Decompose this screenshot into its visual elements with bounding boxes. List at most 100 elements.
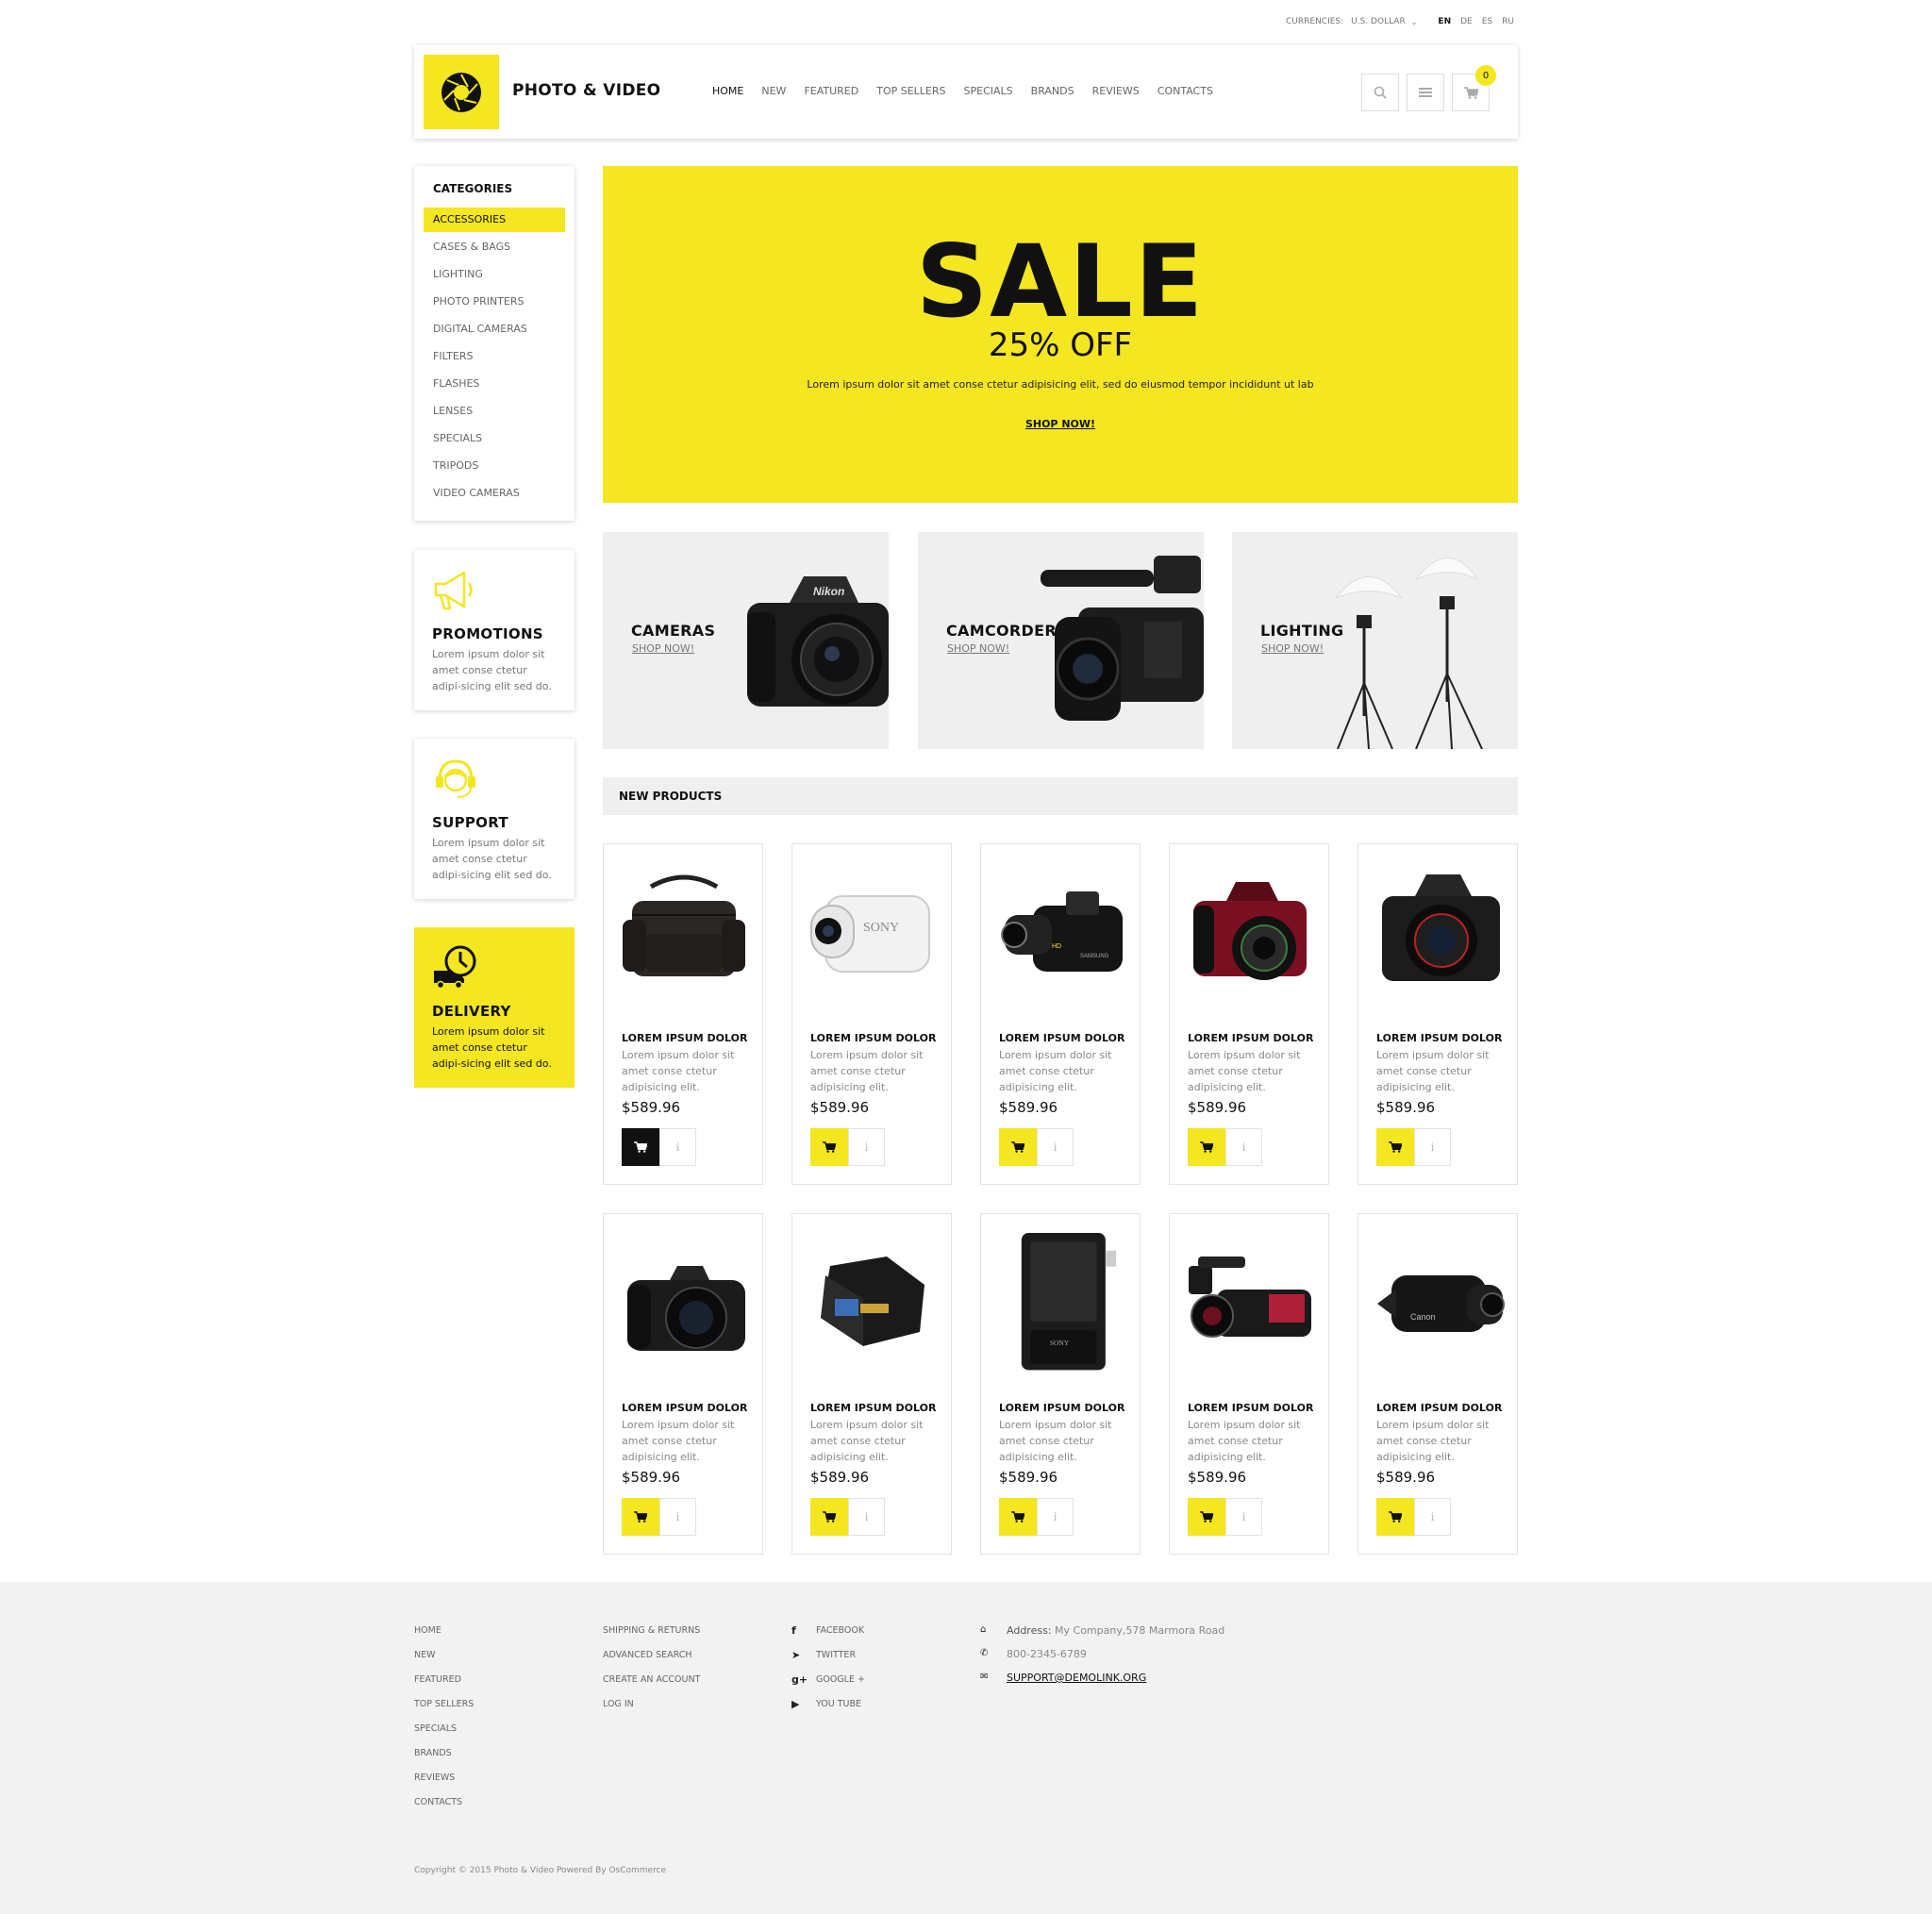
logo[interactable] xyxy=(424,55,499,129)
product-info-button[interactable]: i xyxy=(1037,1128,1074,1166)
category-cases-bags[interactable]: CASES & BAGS xyxy=(424,235,565,259)
menu-button[interactable] xyxy=(1407,74,1444,111)
nav-brands[interactable]: BRANDS xyxy=(1031,85,1074,97)
email-link[interactable]: SUPPORT@DEMOLINK.ORG xyxy=(1007,1672,1146,1684)
category-photo-printers[interactable]: PHOTO PRINTERS xyxy=(424,290,565,314)
product-card[interactable]: LOREM IPSUM DOLOR Lorem ipsum dolor sit … xyxy=(791,1213,952,1555)
add-to-cart-button[interactable] xyxy=(999,1128,1037,1166)
add-to-cart-button[interactable] xyxy=(1376,1498,1414,1536)
social-link-facebook[interactable]: f FACEBOOK xyxy=(791,1624,865,1649)
cart-button[interactable]: 0 xyxy=(1452,65,1496,111)
nav-top-sellers[interactable]: TOP SELLERS xyxy=(876,85,945,97)
sale-banner[interactable]: SALE 25% OFF Lorem ipsum dolor sit amet … xyxy=(603,166,1518,503)
support-box[interactable]: SUPPORT Lorem ipsum dolor sit amet conse… xyxy=(414,739,575,899)
product-name[interactable]: LOREM IPSUM DOLOR xyxy=(810,1402,936,1414)
footer-link-specials[interactable]: SPECIALS xyxy=(414,1723,474,1747)
product-info-button[interactable]: i xyxy=(1414,1498,1451,1536)
tile-camcorders[interactable]: CAMCORDERS SHOP NOW! xyxy=(918,532,1204,749)
tile-cameras-shop-link[interactable]: SHOP NOW! xyxy=(632,642,694,655)
category-filters[interactable]: FILTERS xyxy=(424,344,565,369)
footer-link-reviews[interactable]: REVIEWS xyxy=(414,1772,474,1796)
category-lenses[interactable]: LENSES xyxy=(424,399,565,424)
add-to-cart-button[interactable] xyxy=(999,1498,1037,1536)
nav-specials[interactable]: SPECIALS xyxy=(964,85,1013,97)
footer-link-top-sellers[interactable]: TOP SELLERS xyxy=(414,1698,474,1723)
tile-cameras[interactable]: CAMERAS SHOP NOW! Nikon xyxy=(603,532,889,749)
add-to-cart-button[interactable] xyxy=(1188,1498,1225,1536)
tile-lighting[interactable]: LIGHTING SHOP NOW! xyxy=(1232,532,1518,749)
footer-link-brands[interactable]: BRANDS xyxy=(414,1747,474,1772)
footer-link-home[interactable]: HOME xyxy=(414,1624,474,1649)
nav-contacts[interactable]: CONTACTS xyxy=(1158,85,1213,97)
language-ru[interactable]: RU xyxy=(1502,17,1514,26)
product-card[interactable]: SONY LOREM IPSUM DOLOR Lorem ipsum dolor… xyxy=(980,1213,1141,1555)
product-info-button[interactable]: i xyxy=(1037,1498,1074,1536)
product-name[interactable]: LOREM IPSUM DOLOR xyxy=(999,1402,1124,1414)
language-de[interactable]: DE xyxy=(1460,17,1473,26)
category-specials[interactable]: SPECIALS xyxy=(424,426,565,451)
footer-link-log-in[interactable]: LOG IN xyxy=(603,1698,700,1723)
product-name[interactable]: LOREM IPSUM DOLOR xyxy=(810,1032,936,1044)
currency-select[interactable]: U.S. DOLLAR xyxy=(1351,17,1406,26)
nav-reviews[interactable]: REVIEWS xyxy=(1092,85,1140,97)
info-icon: i xyxy=(864,1140,869,1154)
footer-link-contacts[interactable]: CONTACTS xyxy=(414,1796,474,1821)
product-card[interactable]: SONY LOREM IPSUM DOLOR Lorem ipsum dolor… xyxy=(791,843,952,1185)
product-card[interactable]: Canon LOREM IPSUM DOLOR Lorem ipsum dolo… xyxy=(1357,1213,1518,1555)
category-digital-cameras[interactable]: DIGITAL CAMERAS xyxy=(424,317,565,341)
category-tripods[interactable]: TRIPODS xyxy=(424,454,565,478)
product-info-button[interactable]: i xyxy=(848,1498,885,1536)
product-name[interactable]: LOREM IPSUM DOLOR xyxy=(1376,1402,1502,1414)
footer-link-create-account[interactable]: CREATE AN ACCOUNT xyxy=(603,1673,700,1698)
product-info-button[interactable]: i xyxy=(659,1498,696,1536)
chevron-down-icon[interactable]: ⌄ xyxy=(1411,18,1418,26)
add-to-cart-button[interactable] xyxy=(622,1128,659,1166)
footer-link-featured[interactable]: FEATURED xyxy=(414,1673,474,1698)
add-to-cart-button[interactable] xyxy=(622,1498,659,1536)
tile-lighting-shop-link[interactable]: SHOP NOW! xyxy=(1261,642,1324,655)
product-name[interactable]: LOREM IPSUM DOLOR xyxy=(622,1032,747,1044)
logo-text[interactable]: PHOTO & VIDEO xyxy=(512,81,660,100)
add-to-cart-button[interactable] xyxy=(1188,1128,1225,1166)
product-info-button[interactable]: i xyxy=(1414,1128,1451,1166)
product-name[interactable]: LOREM IPSUM DOLOR xyxy=(1376,1032,1502,1044)
product-name[interactable]: LOREM IPSUM DOLOR xyxy=(622,1402,747,1414)
product-name[interactable]: LOREM IPSUM DOLOR xyxy=(1188,1402,1313,1414)
social-link-twitter[interactable]: ➤ TWITTER xyxy=(791,1649,865,1673)
promotions-box[interactable]: PROMOTIONS Lorem ipsum dolor sit amet co… xyxy=(414,550,575,710)
nav-home[interactable]: HOME xyxy=(712,85,743,97)
product-name[interactable]: LOREM IPSUM DOLOR xyxy=(1188,1032,1313,1044)
add-to-cart-button[interactable] xyxy=(810,1498,848,1536)
product-card[interactable]: LOREM IPSUM DOLOR Lorem ipsum dolor sit … xyxy=(603,1213,763,1555)
category-lighting[interactable]: LIGHTING xyxy=(424,262,565,287)
product-card[interactable]: HD SAMSUNG LOREM IPSUM DOLOR Lorem ipsum… xyxy=(980,843,1141,1185)
product-info-button[interactable]: i xyxy=(848,1128,885,1166)
footer-link-advanced-search[interactable]: ADVANCED SEARCH xyxy=(603,1649,700,1673)
footer-link-shipping-returns[interactable]: SHIPPING & RETURNS xyxy=(603,1624,700,1649)
product-name[interactable]: LOREM IPSUM DOLOR xyxy=(999,1032,1124,1044)
add-to-cart-button[interactable] xyxy=(810,1128,848,1166)
category-video-cameras[interactable]: VIDEO CAMERAS xyxy=(424,481,565,506)
product-card[interactable]: LOREM IPSUM DOLOR Lorem ipsum dolor sit … xyxy=(1169,1213,1329,1555)
product-info-button[interactable]: i xyxy=(1225,1498,1262,1536)
nav-featured[interactable]: FEATURED xyxy=(804,85,858,97)
search-button[interactable] xyxy=(1361,74,1399,111)
nav-new[interactable]: NEW xyxy=(761,85,786,97)
product-card[interactable]: LOREM IPSUM DOLOR Lorem ipsum dolor sit … xyxy=(1169,843,1329,1185)
product-card[interactable]: LOREM IPSUM DOLOR Lorem ipsum dolor sit … xyxy=(1357,843,1518,1185)
footer-link-new[interactable]: NEW xyxy=(414,1649,474,1673)
product-info-button[interactable]: i xyxy=(1225,1128,1262,1166)
product-card[interactable]: LOREM IPSUM DOLOR Lorem ipsum dolor sit … xyxy=(603,843,763,1185)
category-flashes[interactable]: FLASHES xyxy=(424,372,565,396)
delivery-box[interactable]: DELIVERY Lorem ipsum dolor sit amet cons… xyxy=(414,927,575,1088)
add-to-cart-button[interactable] xyxy=(1376,1128,1414,1166)
tile-camcorders-shop-link[interactable]: SHOP NOW! xyxy=(947,642,1009,655)
language-en[interactable]: EN xyxy=(1438,17,1451,26)
cart-icon xyxy=(1463,86,1478,99)
category-accessories[interactable]: ACCESSORIES xyxy=(424,208,565,232)
banner-shop-now-link[interactable]: SHOP NOW! xyxy=(603,418,1518,430)
social-link-youtube[interactable]: ▶ YOU TUBE xyxy=(791,1698,865,1723)
language-es[interactable]: ES xyxy=(1482,17,1492,26)
product-info-button[interactable]: i xyxy=(659,1128,696,1166)
social-link-google-plus[interactable]: g+ GOOGLE + xyxy=(791,1673,865,1698)
